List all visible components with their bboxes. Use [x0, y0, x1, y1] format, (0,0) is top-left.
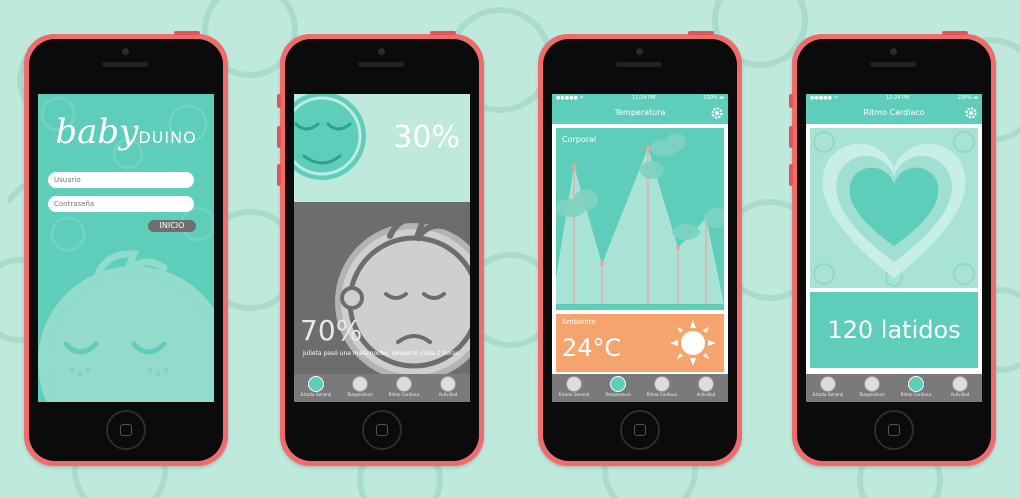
heart-icon [396, 376, 412, 392]
tab-temperatura[interactable]: Temperatura [850, 374, 894, 402]
page-title: Temperatura [614, 108, 666, 117]
username-input[interactable] [48, 172, 194, 188]
sun-icon [610, 376, 626, 392]
baby-face-icon [820, 376, 836, 392]
speaker [358, 62, 404, 67]
logo-duino: DUINO [138, 128, 197, 147]
baby-face-icon [38, 250, 214, 402]
night-summary-caption: Julieta pasó una mala noche, despertó ca… [302, 350, 462, 357]
good-night-percent: 30% [393, 120, 460, 155]
login-screen: babyDUINO INICIO [38, 94, 214, 402]
logo-baby: baby [55, 112, 139, 152]
tab-temperatura[interactable]: Temperatura [596, 374, 640, 402]
tab-bar: Estado General Temperatura Ritmo Cardiac… [294, 374, 470, 402]
home-button[interactable] [620, 410, 660, 450]
sun-icon [352, 376, 368, 392]
tab-ritmo-cardiaco[interactable]: Ritmo Cardiaco [640, 374, 684, 402]
front-camera [890, 48, 897, 55]
tab-bar: Estado General Temperatura Ritmo Cardiac… [806, 374, 982, 402]
page-title: Ritmo Cardiaco [863, 108, 925, 117]
tab-estado-general[interactable]: Estado General [806, 374, 850, 402]
heart-icon [908, 376, 924, 392]
gear-icon[interactable] [964, 106, 978, 120]
phone-login: babyDUINO INICIO [24, 31, 228, 466]
home-button[interactable] [874, 410, 914, 450]
phone-heart-rate: ●●●●● ᯤ 12:24 PM 100% ▬ Ritmo Cardiaco 120… [789, 31, 996, 466]
front-camera [122, 48, 129, 55]
password-input[interactable] [48, 196, 194, 212]
heart-rate-screen: ●●●●● ᯤ 12:24 PM 100% ▬ Ritmo Cardiaco 120… [806, 94, 982, 402]
header: Temperatura [552, 102, 728, 124]
temperature-screen: ●●●●● ᯤ 12:24 PM 100% ▬ Temperatura Corpor… [552, 94, 728, 402]
bar-chart-icon [440, 376, 456, 392]
front-camera [378, 48, 385, 55]
ambient-temperature-value: 24°C [562, 334, 622, 362]
sun-icon [864, 376, 880, 392]
heart-rate-value: 120 latidos [810, 292, 978, 368]
heart-rate-graphic [810, 128, 978, 288]
status-bar: ●●●●● ᯤ 12:24 PM 100% ▬ [806, 94, 982, 102]
bar-chart-icon [952, 376, 968, 392]
baby-face-icon [308, 376, 324, 392]
tab-ritmo-cardiaco[interactable]: Ritmo Cardiaco [382, 374, 426, 402]
tab-estado-general[interactable]: Estado General [552, 374, 596, 402]
sun-icon [670, 320, 716, 366]
tab-ritmo-cardiaco[interactable]: Ritmo Cardiaco [894, 374, 938, 402]
heart-icon [654, 376, 670, 392]
home-button[interactable] [106, 410, 146, 450]
body-temperature-chart: Corporal [556, 128, 724, 310]
ambient-label: Ambiente [562, 318, 596, 326]
tab-actividad[interactable]: Actividad [684, 374, 728, 402]
body-temperature-label: Corporal [562, 135, 596, 144]
ambient-temperature-panel: Ambiente 24°C [556, 314, 724, 372]
tab-bar: Estado General Temperatura Ritmo Cardiac… [552, 374, 728, 402]
tab-estado-general[interactable]: Estado General [294, 374, 338, 402]
summary-screen: 30% 70% Julieta pasó una mala noche, des… [294, 94, 470, 402]
bad-night-percent: 70% [300, 314, 363, 347]
gear-icon[interactable] [710, 106, 724, 120]
sad-baby-icon [294, 202, 470, 402]
tab-actividad[interactable]: Actividad [938, 374, 982, 402]
phone-temperature: ●●●●● ᯤ 12:24 PM 100% ▬ Temperatura Corpor… [538, 31, 742, 466]
baby-face-icon [566, 376, 582, 392]
bar-chart-icon [698, 376, 714, 392]
start-button[interactable]: INICIO [148, 220, 196, 232]
home-button[interactable] [362, 410, 402, 450]
phone-summary: 30% 70% Julieta pasó una mala noche, des… [277, 31, 484, 466]
front-camera [636, 48, 643, 55]
speaker [616, 62, 662, 67]
tab-actividad[interactable]: Actividad [426, 374, 470, 402]
tab-temperatura[interactable]: Temperatura [338, 374, 382, 402]
header: Ritmo Cardiaco [806, 102, 982, 124]
speaker [102, 62, 148, 67]
speaker [870, 62, 916, 67]
app-logo: babyDUINO [38, 112, 214, 152]
status-bar: ●●●●● ᯤ 12:24 PM 100% ▬ [552, 94, 728, 102]
